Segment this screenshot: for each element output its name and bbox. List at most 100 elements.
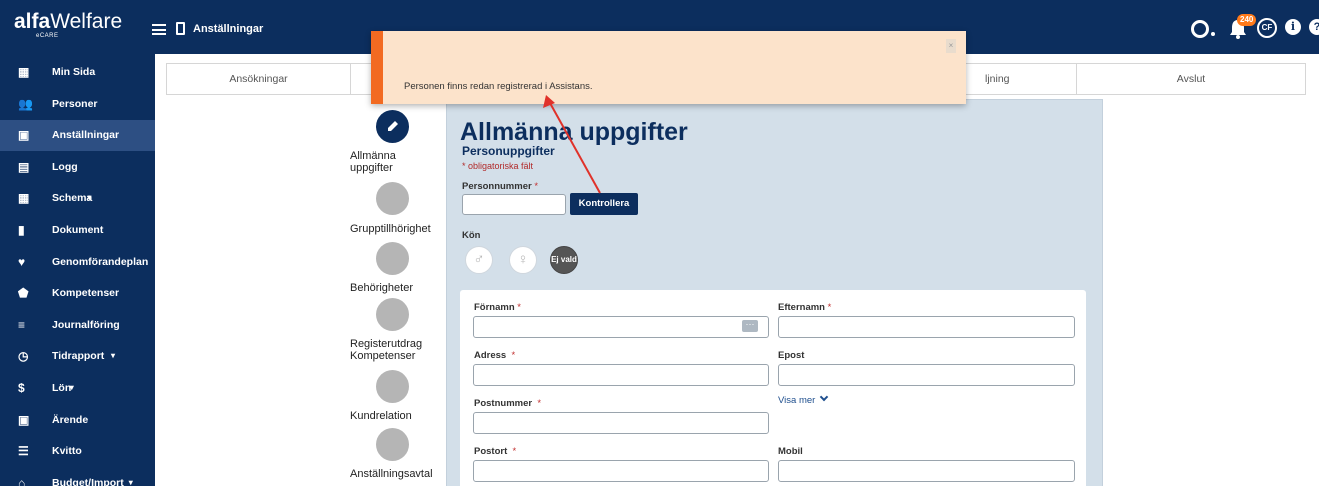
step-1-pencil-icon[interactable] bbox=[376, 110, 409, 143]
caret-down-icon: ▾ bbox=[69, 383, 74, 392]
sidebar-item-label: Anställningar bbox=[52, 129, 120, 142]
sidebar-item-label: Kvitto bbox=[52, 445, 82, 458]
mobil-label: Mobil bbox=[778, 446, 803, 457]
step-6-label: Anställningsavtal bbox=[350, 468, 433, 480]
sidebar-item-dokument[interactable]: ▮ Dokument bbox=[0, 215, 155, 246]
logo[interactable]: alfaWelfare eCARE bbox=[14, 8, 144, 48]
page-title: Allmänna uppgifter bbox=[460, 118, 688, 146]
adress-input[interactable] bbox=[473, 364, 769, 386]
pencil-icon bbox=[388, 121, 398, 131]
sidebar-item-label: Min Sida bbox=[52, 66, 96, 78]
sidebar-item-label: Tidrapport bbox=[52, 350, 105, 363]
file-icon: ▤ bbox=[18, 159, 30, 174]
info-icon[interactable]: i bbox=[1285, 19, 1301, 35]
sidebar-item-journalföring[interactable]: ≡ Journalföring bbox=[0, 310, 155, 341]
required-note: * obligatoriska fält bbox=[462, 161, 534, 171]
sidebar-item-tidrapport[interactable]: ◷ Tidrapport ▾ bbox=[0, 341, 155, 372]
postnummer-label: Postnummer * bbox=[474, 398, 542, 409]
personnummer-label: Personnummer * bbox=[462, 181, 539, 192]
step-6-circle[interactable] bbox=[376, 428, 409, 461]
more-options-icon[interactable]: ··· bbox=[742, 320, 758, 332]
sidebar-item-personer[interactable]: 👥 Personer bbox=[0, 89, 155, 120]
personnummer-input[interactable] bbox=[462, 194, 566, 215]
shield-icon: ⬟ bbox=[18, 286, 29, 301]
step-1-label: Allmänna uppgifter bbox=[350, 150, 396, 174]
tab-ansokningar[interactable]: Ansökningar bbox=[167, 64, 351, 94]
caret-down-icon: ▾ bbox=[87, 193, 92, 203]
sidebar-item-kompetenser[interactable]: ⬟ Kompetenser bbox=[0, 278, 155, 309]
step-2-label: Grupptillhörighet bbox=[350, 223, 431, 235]
user-avatar[interactable]: CF bbox=[1257, 18, 1277, 38]
sidebar-item-min-sida[interactable]: ▦ Min Sida bbox=[0, 57, 155, 88]
error-toast: × Personen finns redan registrerad i Ass… bbox=[371, 31, 966, 104]
notification-badge: 240 bbox=[1237, 14, 1257, 26]
caret-down-icon: ▾ bbox=[128, 477, 133, 486]
visa-mer-link[interactable]: Visa mer bbox=[778, 392, 829, 406]
sidebar-item-logg[interactable]: ▤ Logg bbox=[0, 152, 155, 183]
fornamn-input[interactable] bbox=[473, 316, 769, 338]
step-2-circle[interactable] bbox=[376, 182, 409, 215]
step-3-label: Behörigheter bbox=[350, 282, 413, 294]
sidebar-item-ärende[interactable]: ▣ Ärende bbox=[0, 405, 155, 436]
caret-down-icon: ▾ bbox=[111, 351, 116, 361]
sidebar-item-label: Personer bbox=[52, 97, 98, 110]
help-icon[interactable]: ? bbox=[1309, 19, 1319, 35]
sidebar-item-label: Budget/Import bbox=[52, 476, 124, 486]
globe-caret-icon bbox=[1211, 32, 1215, 36]
sidebar-item-kvitto[interactable]: ☰ Kvitto bbox=[0, 436, 155, 467]
hamburger-menu-icon[interactable] bbox=[152, 24, 166, 35]
receipt-icon: ☰ bbox=[18, 444, 29, 459]
fornamn-label: Förnamn * bbox=[474, 302, 521, 313]
step-3-circle[interactable] bbox=[376, 242, 409, 275]
toast-message: Personen finns redan registrerad i Assis… bbox=[404, 81, 593, 92]
gender-label: Kön bbox=[462, 230, 481, 241]
gender-none-button[interactable]: Ej vald bbox=[550, 246, 578, 274]
mobile-device-icon bbox=[176, 22, 185, 35]
efternamn-label: Efternamn * bbox=[778, 302, 832, 313]
sidebar-item-schema[interactable]: ▦ Schema ▾ bbox=[0, 183, 155, 214]
adress-label: Adress * bbox=[474, 350, 516, 361]
epost-input[interactable] bbox=[778, 364, 1075, 386]
sidebar-item-label: Journalföring bbox=[52, 318, 120, 331]
brand-name: alfaWelfare bbox=[14, 8, 122, 36]
postort-label: Postort * bbox=[474, 446, 517, 457]
ticket-icon: ▣ bbox=[18, 412, 30, 427]
sidebar-item-lön[interactable]: $ Lön ▾ bbox=[0, 373, 155, 404]
people-icon: 👥 bbox=[18, 96, 33, 111]
globe-icon[interactable] bbox=[1191, 20, 1209, 38]
male-icon[interactable]: ♂ bbox=[465, 246, 493, 274]
brand-subtitle: eCARE bbox=[36, 33, 59, 39]
section-title: Anställningar bbox=[193, 23, 264, 35]
sidebar-item-label: Dokument bbox=[52, 224, 104, 236]
dashboard-icon: ▦ bbox=[18, 65, 30, 79]
tab-avslut[interactable]: Avslut bbox=[1077, 64, 1305, 94]
postnummer-input[interactable] bbox=[473, 412, 769, 434]
journal-icon: ≡ bbox=[18, 317, 26, 332]
dollar-icon: $ bbox=[18, 381, 25, 395]
kontrollera-button[interactable]: Kontrollera bbox=[570, 193, 638, 215]
clock-icon: ◷ bbox=[18, 349, 29, 364]
section-subtitle: Personuppgifter bbox=[462, 144, 555, 158]
postort-input[interactable] bbox=[473, 460, 769, 482]
sidebar-item-label: Kompetenser bbox=[52, 287, 120, 300]
sidebar-item-label: Ärende bbox=[52, 413, 89, 426]
calendar-icon: ▦ bbox=[18, 191, 30, 206]
bank-icon: ⌂ bbox=[18, 475, 26, 486]
sidebar-item-label: Genomförandeplan bbox=[52, 255, 149, 268]
brand-alfa: alfa bbox=[14, 10, 51, 33]
sidebar-item-anställningar[interactable]: ▣ Anställningar bbox=[0, 120, 155, 152]
brand-welfare: Welfare bbox=[50, 10, 123, 33]
sidebar-item-budget-import[interactable]: ⌂ Budget/Import ▾ bbox=[0, 468, 155, 486]
mobil-input[interactable] bbox=[778, 460, 1075, 482]
step-5-circle[interactable] bbox=[376, 370, 409, 403]
sidebar-item-label: Logg bbox=[52, 160, 78, 173]
step-4-circle[interactable] bbox=[376, 298, 409, 331]
female-icon[interactable]: ♀ bbox=[509, 246, 537, 274]
sidebar-item-label: Lön bbox=[52, 382, 72, 394]
heart-icon: ♥ bbox=[18, 254, 26, 269]
toast-close-button[interactable]: × bbox=[946, 39, 956, 53]
efternamn-input[interactable] bbox=[778, 316, 1075, 338]
sidebar-item-genomförandeplan[interactable]: ♥ Genomförandeplan bbox=[0, 247, 155, 278]
step-4-label: Registerutdrag Kompetenser bbox=[350, 338, 423, 362]
briefcase-icon: ▣ bbox=[18, 128, 30, 143]
